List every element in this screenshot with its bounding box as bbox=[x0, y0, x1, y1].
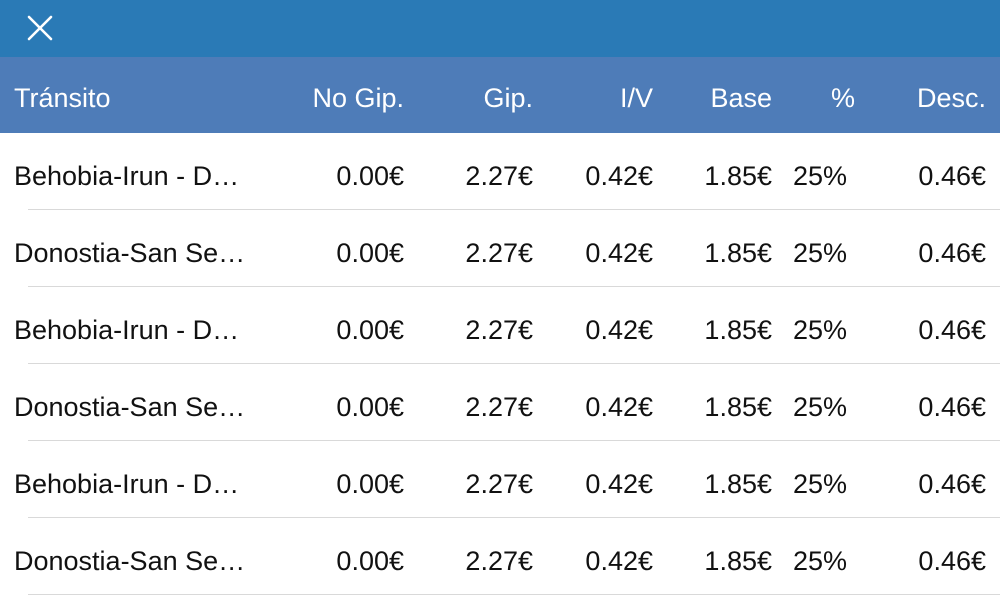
header-base[interactable]: Base bbox=[660, 57, 772, 133]
cell-iv: 0.42€ bbox=[585, 161, 653, 191]
close-button[interactable] bbox=[20, 8, 60, 48]
table-header: Tránsito No Gip. Gip. I/V Base % Desc. bbox=[0, 57, 1000, 133]
cell-desc: 0.46€ bbox=[918, 315, 986, 345]
cell-transito: Donostia-San Se… bbox=[14, 546, 246, 576]
header-gip[interactable]: Gip. bbox=[410, 57, 533, 133]
cell-percent: 25% bbox=[793, 315, 848, 345]
table-row[interactable]: Behobia-Irun - D… 0.00€ 2.27€ 0.42€ 1.85… bbox=[0, 287, 1000, 364]
cell-base: 1.85€ bbox=[704, 238, 772, 268]
cell-desc: 0.46€ bbox=[918, 238, 986, 268]
cell-no-gip: 0.00€ bbox=[336, 315, 404, 345]
cell-percent: 25% bbox=[793, 161, 848, 191]
cell-base: 1.85€ bbox=[704, 546, 772, 576]
header-percent[interactable]: % bbox=[790, 57, 855, 133]
cell-percent: 25% bbox=[793, 238, 848, 268]
cell-no-gip: 0.00€ bbox=[336, 469, 404, 499]
cell-transito: Behobia-Irun - D… bbox=[14, 161, 240, 191]
cell-gip: 2.27€ bbox=[465, 161, 533, 191]
header-desc[interactable]: Desc. bbox=[860, 57, 986, 133]
cell-iv: 0.42€ bbox=[585, 238, 653, 268]
cell-base: 1.85€ bbox=[704, 392, 772, 422]
cell-gip: 2.27€ bbox=[465, 469, 533, 499]
cell-transito: Donostia-San Se… bbox=[14, 392, 246, 422]
cell-desc: 0.46€ bbox=[918, 161, 986, 191]
table-row[interactable]: Behobia-Irun - D… 0.00€ 2.27€ 0.42€ 1.85… bbox=[0, 441, 1000, 518]
cell-no-gip: 0.00€ bbox=[336, 546, 404, 576]
transit-table-body: Behobia-Irun - D… 0.00€ 2.27€ 0.42€ 1.85… bbox=[0, 133, 1000, 595]
cell-desc: 0.46€ bbox=[918, 546, 986, 576]
cell-desc: 0.46€ bbox=[918, 392, 986, 422]
close-icon bbox=[27, 15, 53, 41]
cell-gip: 2.27€ bbox=[465, 238, 533, 268]
cell-iv: 0.42€ bbox=[585, 546, 653, 576]
top-bar bbox=[0, 0, 1000, 57]
cell-desc: 0.46€ bbox=[918, 469, 986, 499]
cell-base: 1.85€ bbox=[704, 161, 772, 191]
cell-percent: 25% bbox=[793, 546, 848, 576]
cell-no-gip: 0.00€ bbox=[336, 161, 404, 191]
cell-iv: 0.42€ bbox=[585, 315, 653, 345]
header-iv[interactable]: I/V bbox=[540, 57, 653, 133]
table-row[interactable]: Behobia-Irun - D… 0.00€ 2.27€ 0.42€ 1.85… bbox=[0, 133, 1000, 210]
cell-percent: 25% bbox=[793, 469, 848, 499]
cell-gip: 2.27€ bbox=[465, 546, 533, 576]
cell-transito: Behobia-Irun - D… bbox=[14, 469, 240, 499]
cell-transito: Behobia-Irun - D… bbox=[14, 315, 240, 345]
cell-no-gip: 0.00€ bbox=[336, 392, 404, 422]
cell-gip: 2.27€ bbox=[465, 315, 533, 345]
cell-transito: Donostia-San Se… bbox=[14, 238, 246, 268]
table-row[interactable]: Donostia-San Se… 0.00€ 2.27€ 0.42€ 1.85€… bbox=[0, 518, 1000, 595]
cell-percent: 25% bbox=[793, 392, 848, 422]
cell-gip: 2.27€ bbox=[465, 392, 533, 422]
cell-base: 1.85€ bbox=[704, 315, 772, 345]
header-transito[interactable]: Tránsito bbox=[14, 57, 276, 133]
cell-base: 1.85€ bbox=[704, 469, 772, 499]
cell-iv: 0.42€ bbox=[585, 469, 653, 499]
cell-iv: 0.42€ bbox=[585, 392, 653, 422]
table-row[interactable]: Donostia-San Se… 0.00€ 2.27€ 0.42€ 1.85€… bbox=[0, 364, 1000, 441]
header-no-gip[interactable]: No Gip. bbox=[280, 57, 404, 133]
table-row[interactable]: Donostia-San Se… 0.00€ 2.27€ 0.42€ 1.85€… bbox=[0, 210, 1000, 287]
cell-no-gip: 0.00€ bbox=[336, 238, 404, 268]
